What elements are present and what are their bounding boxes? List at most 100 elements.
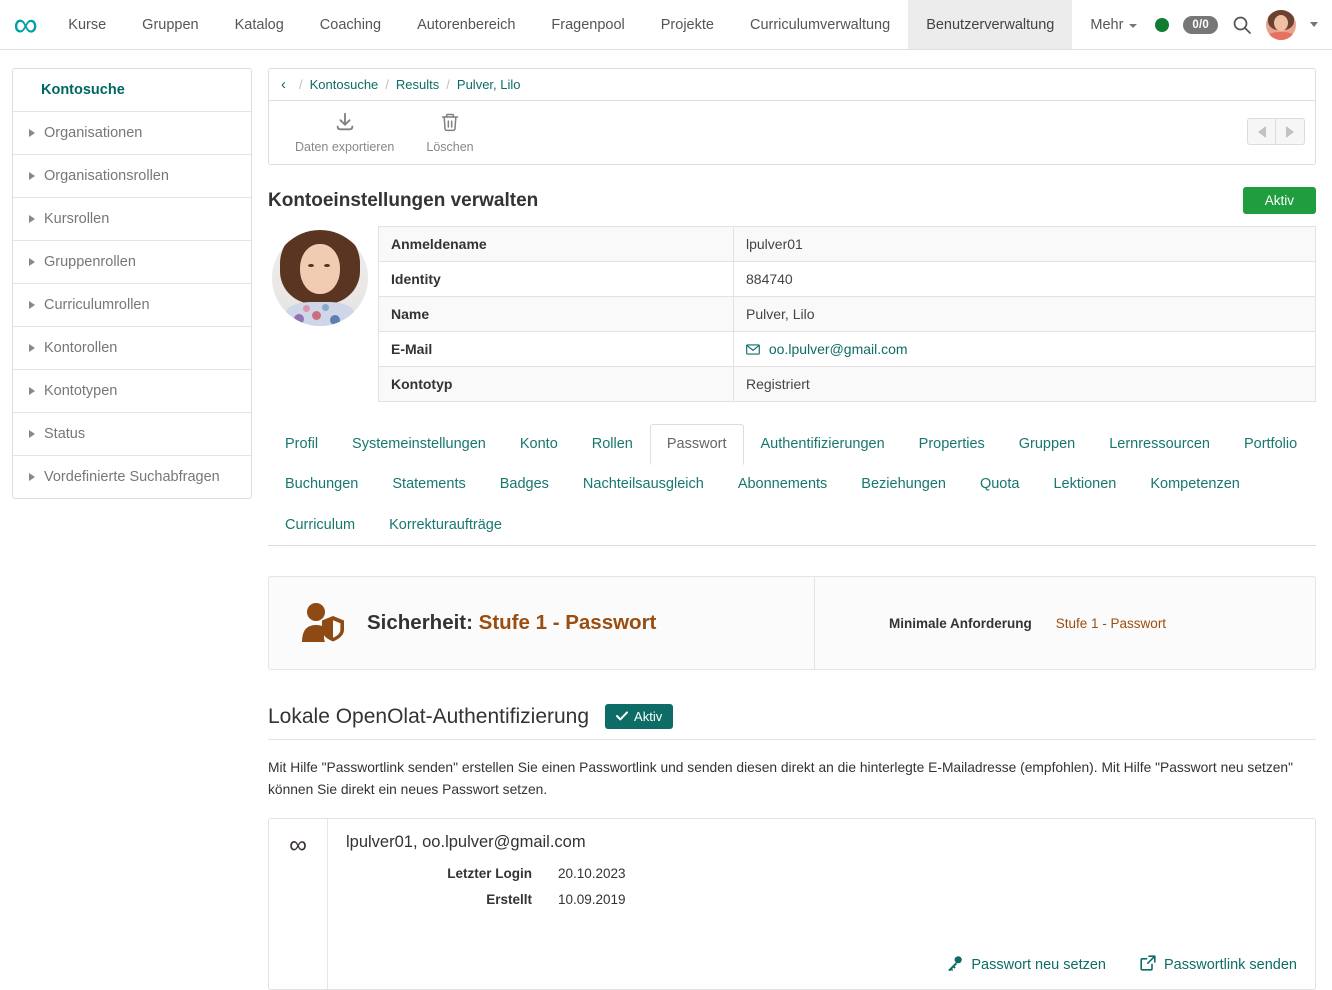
- breadcrumb-item-kontosuche[interactable]: Kontosuche: [310, 77, 379, 92]
- tab-badges[interactable]: Badges: [483, 464, 566, 505]
- avatar-shirt: [1268, 31, 1294, 40]
- tabs-row-2: Buchungen Statements Badges Nachteilsaus…: [268, 464, 1316, 504]
- tab-rollen[interactable]: Rollen: [575, 424, 650, 465]
- table-row: Identity 884740: [378, 261, 1316, 297]
- tab-nachteilsausgleich[interactable]: Nachteilsausgleich: [566, 464, 721, 505]
- sidebar-item-kontotypen[interactable]: Kontotypen: [13, 370, 251, 413]
- nav-item-gruppen[interactable]: Gruppen: [124, 0, 216, 49]
- table-row: Kontotyp Registriert: [378, 366, 1316, 402]
- tab-authentifizierungen[interactable]: Authentifizierungen: [744, 424, 902, 465]
- portrait-pattern-3: [330, 315, 340, 325]
- card-actions: Passwort neu setzen Passwortlink senden: [346, 955, 1297, 977]
- sidebar-item-kursrollen[interactable]: Kursrollen: [13, 198, 251, 241]
- sidebar-item-kontorollen[interactable]: Kontorollen: [13, 327, 251, 370]
- sidebar-item-kontosuche[interactable]: Kontosuche: [13, 69, 251, 112]
- tab-lernressourcen[interactable]: Lernressourcen: [1092, 424, 1227, 465]
- page-body: Kontosuche Organisationen Organisationsr…: [0, 50, 1332, 990]
- delete-button[interactable]: Löschen: [410, 107, 489, 156]
- chevron-down-icon: [1129, 23, 1138, 28]
- tab-buchungen[interactable]: Buchungen: [268, 464, 375, 505]
- task-count-badge[interactable]: 0/0: [1183, 15, 1218, 34]
- breadcrumb-item-current[interactable]: Pulver, Lilo: [457, 77, 521, 92]
- nav-item-katalog[interactable]: Katalog: [217, 0, 302, 49]
- top-navigation-bar: ∞ Kurse Gruppen Katalog Coaching Autoren…: [0, 0, 1332, 50]
- triangle-right-icon: [29, 430, 35, 438]
- nav-item-curriculumverwaltung[interactable]: Curriculumverwaltung: [732, 0, 908, 49]
- tabs-row-3: Curriculum Korrekturaufträge: [268, 505, 1316, 545]
- tab-portfolio[interactable]: Portfolio: [1227, 424, 1314, 465]
- user-menu-chevron-down-icon[interactable]: [1310, 22, 1318, 27]
- external-link-icon: [1140, 955, 1156, 975]
- tab-gruppen[interactable]: Gruppen: [1002, 424, 1092, 465]
- sidebar-item-vordefinierte-suchabfragen[interactable]: Vordefinierte Suchabfragen: [13, 456, 251, 498]
- security-label: Sicherheit:: [367, 611, 473, 635]
- tab-statements[interactable]: Statements: [375, 464, 482, 505]
- tab-konto[interactable]: Konto: [503, 424, 575, 465]
- auth-description: Mit Hilfe "Passwortlink senden" erstelle…: [268, 760, 1293, 797]
- tab-curriculum[interactable]: Curriculum: [268, 505, 372, 546]
- nav-item-fragenpool[interactable]: Fragenpool: [533, 0, 642, 49]
- nav-item-kurse[interactable]: Kurse: [50, 0, 124, 49]
- nav-item-autorenbereich[interactable]: Autorenbereich: [399, 0, 533, 49]
- previous-record-button[interactable]: [1247, 118, 1276, 145]
- nav-item-mehr[interactable]: Mehr: [1072, 0, 1155, 49]
- sidebar-item-organisationen[interactable]: Organisationen: [13, 112, 251, 155]
- check-icon: [616, 709, 629, 724]
- tab-kompetenzen[interactable]: Kompetenzen: [1133, 464, 1256, 505]
- detail-tabs: Profil Systemeinstellungen Konto Rollen …: [268, 424, 1316, 547]
- envelope-icon: [746, 342, 764, 358]
- security-title: Sicherheit: Stufe 1 - Passwort: [367, 611, 656, 635]
- sidebar-item-curriculumrollen[interactable]: Curriculumrollen: [13, 284, 251, 327]
- app-logo[interactable]: ∞: [0, 0, 50, 49]
- nav-item-mehr-label: Mehr: [1090, 16, 1124, 33]
- portrait-eye-left: [308, 264, 314, 267]
- user-shield-icon: [301, 602, 345, 644]
- reset-password-label: Passwort neu setzen: [971, 956, 1106, 973]
- table-row: Name Pulver, Lilo: [378, 296, 1316, 332]
- breadcrumb: ‹ / Kontosuche / Results / Pulver, Lilo: [268, 68, 1316, 101]
- row-key: Name: [378, 296, 734, 332]
- breadcrumb-item-results[interactable]: Results: [396, 77, 439, 92]
- tab-korrekturauftraege[interactable]: Korrekturaufträge: [372, 505, 519, 546]
- portrait-pattern-2: [312, 311, 321, 320]
- sidebar-item-organisationsrollen[interactable]: Organisationsrollen: [13, 155, 251, 198]
- breadcrumb-separator: /: [385, 77, 389, 92]
- tab-abonnements[interactable]: Abonnements: [721, 464, 844, 505]
- sidebar-item-label: Curriculumrollen: [44, 297, 150, 313]
- field-value: 20.10.2023: [558, 865, 626, 881]
- trash-icon: [440, 111, 460, 136]
- nav-item-projekte[interactable]: Projekte: [643, 0, 732, 49]
- tab-profil[interactable]: Profil: [268, 424, 335, 465]
- infinity-logo-icon: ∞: [13, 5, 38, 44]
- search-icon[interactable]: [1232, 15, 1252, 35]
- sidebar-item-status[interactable]: Status: [13, 413, 251, 456]
- send-password-link-button[interactable]: Passwortlink senden: [1140, 955, 1297, 975]
- tab-passwort[interactable]: Passwort: [649, 424, 744, 466]
- security-level-value: Stufe 1 - Passwort: [478, 611, 657, 635]
- nav-item-benutzerverwaltung[interactable]: Benutzerverwaltung: [908, 0, 1073, 49]
- sidebar-item-gruppenrollen[interactable]: Gruppenrollen: [13, 241, 251, 284]
- export-data-button[interactable]: Daten exportieren: [279, 107, 410, 156]
- online-status-icon: [1155, 17, 1170, 32]
- auth-status-badge-label: Aktiv: [634, 709, 663, 725]
- tab-quota[interactable]: Quota: [963, 464, 1037, 505]
- reset-password-button[interactable]: Passwort neu setzen: [947, 955, 1106, 975]
- user-portrait-avatar[interactable]: [272, 230, 368, 326]
- email-link[interactable]: oo.lpulver@gmail.com: [769, 341, 908, 357]
- tab-lektionen[interactable]: Lektionen: [1036, 464, 1133, 505]
- back-chevron-left-icon[interactable]: ‹: [281, 77, 286, 92]
- main-content: ‹ / Kontosuche / Results / Pulver, Lilo …: [268, 68, 1316, 990]
- tab-properties[interactable]: Properties: [902, 424, 1002, 465]
- row-value-email: oo.lpulver@gmail.com: [733, 331, 1316, 367]
- download-icon: [334, 111, 356, 136]
- avatar[interactable]: [1266, 9, 1296, 40]
- sidebar-item-label: Gruppenrollen: [44, 254, 136, 270]
- nav-item-coaching[interactable]: Coaching: [302, 0, 399, 49]
- tab-beziehungen[interactable]: Beziehungen: [844, 464, 963, 505]
- triangle-right-icon: [29, 473, 35, 481]
- next-record-button[interactable]: [1276, 118, 1305, 145]
- triangle-right-icon: [29, 215, 35, 223]
- tab-systemeinstellungen[interactable]: Systemeinstellungen: [335, 424, 503, 465]
- minimum-requirement-block: Minimale Anforderung Stufe 1 - Passwort: [815, 577, 1166, 669]
- portrait-face: [300, 244, 340, 294]
